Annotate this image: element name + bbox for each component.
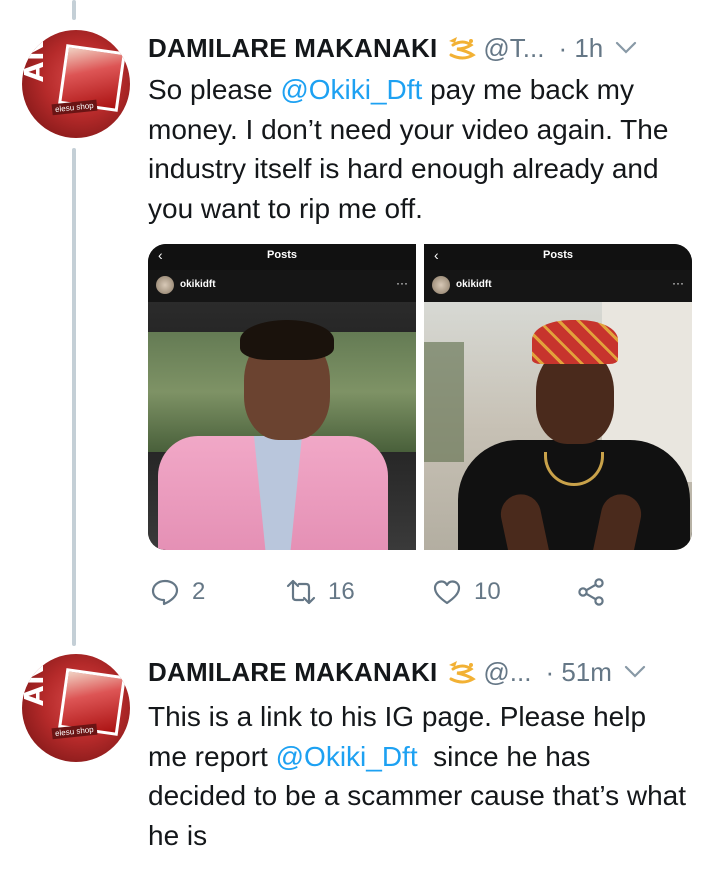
avatar-text: ANC — [22, 654, 50, 706]
handle[interactable]: @... — [483, 657, 531, 688]
media-image-2[interactable]: ‹ Posts okikidft ··· — [424, 244, 692, 550]
hair — [240, 320, 334, 360]
hand-sign-emoji-icon — [449, 661, 477, 684]
hand-sign-emoji-icon — [449, 37, 477, 60]
ig-topbar: ‹ Posts — [424, 244, 692, 270]
retweet-icon — [286, 579, 316, 605]
avatar-text: ANC — [22, 30, 50, 82]
photo-man-pink-suit — [148, 302, 416, 550]
tweet-text: This is a link to his IG page. Please he… — [148, 697, 688, 855]
reply-count: 2 — [192, 578, 206, 605]
ig-userbar: okikidft ··· — [424, 270, 692, 302]
like-count: 10 — [474, 578, 501, 605]
handle[interactable]: @T... — [483, 33, 544, 64]
ig-avatar — [432, 276, 450, 294]
tweet-text: So please @Okiki_Dft pay me back my mone… — [148, 70, 688, 228]
retweet-count: 16 — [328, 578, 355, 605]
tweet-header: DAMILARE MAKANAKI @T... · 1h — [148, 28, 637, 68]
tweet-2[interactable]: ANC elesu shop DAMILARE MAKANAKI @... · … — [0, 650, 716, 887]
share-icon — [578, 578, 604, 606]
tweet-text-part: So please — [148, 74, 281, 105]
ig-topbar: ‹ Posts — [148, 244, 416, 270]
reply-button[interactable]: 2 — [150, 574, 205, 610]
cap — [532, 320, 618, 364]
share-button[interactable] — [576, 574, 606, 610]
tweet-actions: 2 16 10 — [148, 574, 618, 610]
heart-icon — [433, 580, 461, 605]
media-grid[interactable]: ‹ Posts okikidft ··· ‹ Posts okikidft ··… — [148, 244, 692, 550]
mention-link[interactable]: @Okiki_Dft — [280, 74, 422, 105]
reply-icon — [151, 579, 179, 606]
avatar[interactable]: ANC elesu shop — [22, 654, 130, 762]
media-image-1[interactable]: ‹ Posts okikidft ··· — [148, 244, 416, 550]
avatar[interactable]: ANC elesu shop — [22, 30, 130, 138]
chevron-down-icon[interactable] — [624, 665, 646, 679]
more-dots-icon: ··· — [396, 276, 408, 290]
ig-avatar — [156, 276, 174, 294]
mention-link[interactable]: @Okiki_Dft — [276, 741, 418, 772]
display-name[interactable]: DAMILARE MAKANAKI — [148, 657, 437, 688]
ig-username: okikidft — [180, 279, 216, 290]
chevron-down-icon[interactable] — [615, 41, 637, 55]
timestamp[interactable]: · 1h — [558, 33, 603, 64]
timestamp[interactable]: · 51m — [545, 657, 611, 688]
tweet-1[interactable]: ANC elesu shop DAMILARE MAKANAKI @T... ·… — [0, 0, 716, 650]
ig-posts-label: Posts — [267, 249, 297, 261]
photo-man-cap — [424, 302, 692, 550]
ig-posts-label: Posts — [543, 249, 573, 261]
tweet-header: DAMILARE MAKANAKI @... · 51m — [148, 652, 646, 692]
like-button[interactable]: 10 — [432, 574, 501, 610]
ig-userbar: okikidft ··· — [148, 270, 416, 302]
display-name[interactable]: DAMILARE MAKANAKI — [148, 33, 437, 64]
more-dots-icon: ··· — [672, 276, 684, 290]
tree — [424, 342, 464, 462]
ig-username: okikidft — [456, 279, 492, 290]
retweet-button[interactable]: 16 — [286, 574, 355, 610]
